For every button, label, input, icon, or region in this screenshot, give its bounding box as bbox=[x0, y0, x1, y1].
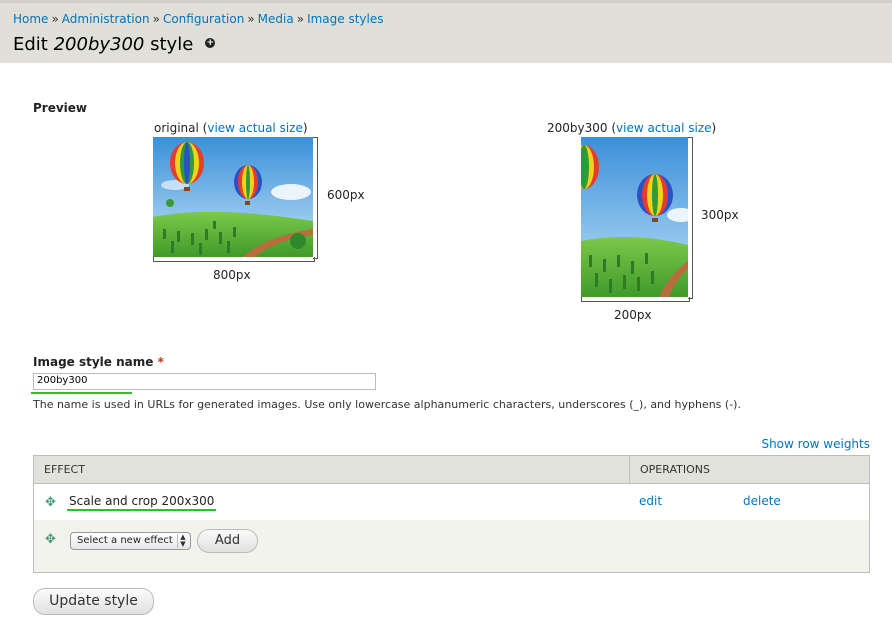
original-caption-prefix: original ( bbox=[154, 121, 208, 135]
delete-effect-link[interactable]: delete bbox=[743, 494, 781, 508]
original-view-actual-size-link[interactable]: view actual size bbox=[207, 121, 302, 135]
update-style-button[interactable]: Update style bbox=[33, 588, 154, 615]
breadcrumb: Home» Administration» Configuration» Media»… bbox=[13, 12, 384, 26]
breadcrumb-administration[interactable]: Administration bbox=[62, 12, 150, 26]
page-title: Edit 200by300 style + bbox=[13, 34, 216, 55]
drag-handle-icon[interactable]: ✥ bbox=[45, 496, 56, 509]
title-prefix: Edit bbox=[13, 34, 48, 55]
image-style-name-label: Image style name * bbox=[33, 355, 164, 369]
column-divider bbox=[629, 456, 630, 484]
column-header-operations: OPERATIONS bbox=[640, 463, 710, 476]
image-style-name-label-text: Image style name bbox=[33, 355, 154, 369]
breadcrumb-separator: » bbox=[152, 12, 160, 26]
styled-width-label: 200px bbox=[614, 308, 652, 322]
original-caption-suffix: ) bbox=[302, 121, 308, 135]
image-style-name-input[interactable]: 200by300 bbox=[33, 373, 376, 390]
breadcrumb-separator: » bbox=[51, 12, 59, 26]
styled-height-bracket bbox=[688, 137, 693, 299]
image-style-name-description: The name is used in URLs for generated i… bbox=[33, 398, 741, 411]
title-suffix: style bbox=[150, 34, 194, 55]
table-row: ✥ Scale and crop 200x300 edit delete bbox=[34, 484, 869, 520]
required-marker: * bbox=[157, 355, 164, 369]
page-header: Home» Administration» Configuration» Media»… bbox=[0, 0, 892, 63]
balloon-landscape-cropped-image bbox=[581, 137, 688, 297]
drag-handle-icon[interactable]: ✥ bbox=[45, 533, 56, 546]
styled-caption-suffix: ) bbox=[711, 121, 717, 135]
styled-preview-image[interactable] bbox=[581, 137, 688, 297]
original-width-bracket bbox=[153, 257, 315, 262]
highlight-underline-effect bbox=[67, 509, 216, 511]
effects-table-header: EFFECT OPERATIONS bbox=[34, 456, 869, 484]
styled-width-bracket bbox=[581, 297, 690, 302]
original-height-label: 600px bbox=[327, 188, 365, 202]
breadcrumb-separator: » bbox=[296, 12, 305, 26]
effect-name: Scale and crop 200x300 bbox=[69, 494, 215, 508]
breadcrumb-separator: » bbox=[247, 12, 255, 26]
add-shortcut-icon[interactable]: + bbox=[205, 38, 216, 48]
title-style-name: 200by300 bbox=[53, 34, 145, 55]
breadcrumb-image-styles[interactable]: Image styles bbox=[307, 12, 383, 26]
effects-table: EFFECT OPERATIONS ✥ Scale and crop 200x3… bbox=[33, 455, 870, 573]
balloon-landscape-image bbox=[153, 137, 313, 257]
breadcrumb-home[interactable]: Home bbox=[13, 12, 48, 26]
styled-view-actual-size-link[interactable]: view actual size bbox=[616, 121, 711, 135]
breadcrumb-media[interactable]: Media bbox=[258, 12, 294, 26]
preview-label: Preview bbox=[33, 101, 88, 115]
select-arrows-icon: ▲ ▼ bbox=[177, 534, 188, 548]
edit-effect-link[interactable]: edit bbox=[639, 494, 662, 508]
original-preview-image[interactable] bbox=[153, 137, 313, 257]
styled-caption-prefix: 200by300 ( bbox=[547, 121, 617, 135]
styled-height-label: 300px bbox=[701, 208, 739, 222]
original-height-bracket bbox=[313, 137, 318, 259]
original-width-label: 800px bbox=[213, 268, 251, 282]
show-row-weights-link[interactable]: Show row weights bbox=[761, 437, 870, 451]
styled-caption: 200by300 (view actual size) bbox=[547, 121, 716, 135]
new-effect-select[interactable]: Select a new effect ▲ ▼ bbox=[70, 532, 191, 550]
new-effect-select-value: Select a new effect bbox=[77, 535, 173, 546]
column-header-effect: EFFECT bbox=[44, 463, 85, 476]
add-effect-button[interactable]: Add bbox=[197, 529, 258, 553]
breadcrumb-configuration[interactable]: Configuration bbox=[163, 12, 244, 26]
highlight-underline-name bbox=[31, 392, 132, 394]
original-caption: original (view actual size) bbox=[154, 121, 308, 135]
